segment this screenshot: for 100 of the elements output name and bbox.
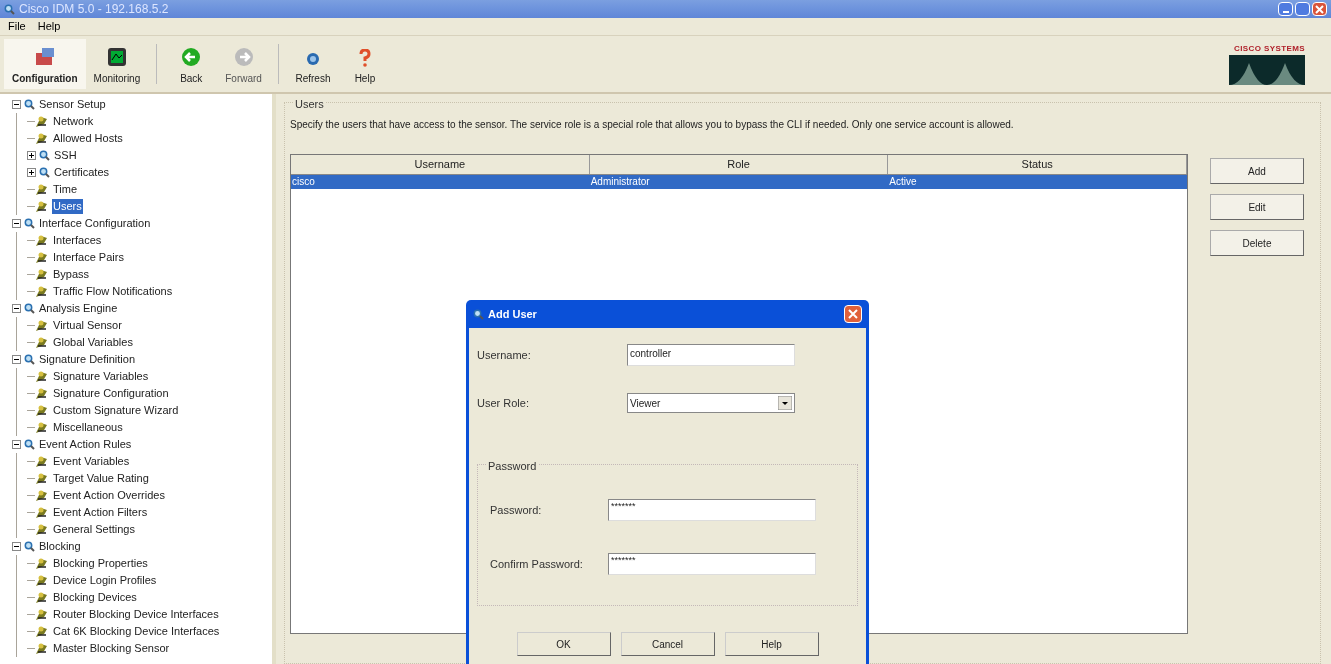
column-header[interactable]: Username: [291, 155, 590, 174]
expand-icon[interactable]: [27, 151, 36, 160]
key-icon: [35, 234, 49, 247]
key-icon: [35, 251, 49, 264]
field-label: Confirm Password:: [490, 556, 584, 572]
key-icon: [35, 319, 49, 332]
key-icon: [35, 421, 49, 434]
monitor-icon: [106, 47, 127, 67]
key-icon: [35, 404, 49, 417]
dialog-button[interactable]: Help: [724, 632, 819, 656]
tree-item[interactable]: Cat 6K Blocking Device Interfaces: [52, 624, 221, 639]
key-icon: [35, 557, 49, 570]
tree-item[interactable]: Signature Configuration: [52, 386, 170, 401]
key-icon: [35, 285, 49, 298]
tree-item[interactable]: Certificates: [53, 165, 111, 180]
magnifier-icon: [24, 354, 35, 365]
tree-item[interactable]: Blocking Properties: [52, 556, 149, 571]
close-icon: [848, 309, 858, 319]
toolbar-button[interactable]: Monitoring: [85, 39, 149, 89]
dialog-button[interactable]: Cancel: [620, 632, 715, 656]
table-cell-text: cisco: [291, 175, 316, 189]
tree-item[interactable]: Sensor Setup: [38, 97, 107, 112]
tree-item[interactable]: Blocking: [38, 539, 82, 554]
tree-item[interactable]: Global Variables: [52, 335, 134, 350]
maximize-button[interactable]: [1295, 2, 1310, 16]
tree-item[interactable]: Virtual Sensor: [52, 318, 123, 333]
tree-item[interactable]: Target Value Rating: [52, 471, 150, 486]
action-button[interactable]: Delete: [1210, 230, 1304, 256]
tree-item[interactable]: Master Blocking Sensor: [52, 641, 171, 656]
key-icon: [35, 370, 49, 383]
tree-item[interactable]: Event Action Filters: [52, 505, 149, 520]
tree-item[interactable]: Interface Configuration: [38, 216, 152, 231]
minimize-button[interactable]: [1278, 2, 1293, 16]
toolbar-button[interactable]: Back: [165, 39, 218, 89]
collapse-icon[interactable]: [12, 219, 21, 228]
key-icon: [35, 489, 49, 502]
close-button[interactable]: [844, 305, 862, 323]
tree-item[interactable]: SSH: [53, 148, 78, 163]
tree-item[interactable]: Miscellaneous: [52, 420, 124, 435]
column-header[interactable]: Status: [888, 155, 1187, 174]
table-cell-text: Active: [888, 175, 918, 189]
table-cell-text: Administrator: [589, 175, 651, 189]
dialog-button[interactable]: OK: [516, 632, 611, 656]
refresh-icon: [304, 51, 321, 67]
tree-item[interactable]: Device Login Profiles: [52, 573, 158, 588]
tree-item[interactable]: Signature Definition: [38, 352, 136, 367]
key-icon: [35, 115, 49, 128]
magnifier-icon: [39, 167, 50, 178]
menu-item[interactable]: File: [8, 18, 26, 35]
collapse-icon[interactable]: [12, 100, 21, 109]
close-button[interactable]: [1312, 2, 1327, 16]
collapse-icon[interactable]: [12, 440, 21, 449]
key-icon: [35, 625, 49, 638]
magnifier-icon: [39, 150, 50, 161]
tree-item[interactable]: Interface Pairs: [52, 250, 125, 265]
tree-item[interactable]: Time: [52, 182, 79, 197]
logo-bridge-icon: [1229, 55, 1305, 85]
expand-icon[interactable]: [27, 168, 36, 177]
key-icon: [35, 183, 49, 196]
collapse-icon[interactable]: [12, 355, 21, 364]
tree-item[interactable]: Event Variables: [52, 454, 131, 469]
magnifier-icon: [4, 3, 15, 15]
menu-item[interactable]: Help: [37, 18, 61, 35]
username-field[interactable]: controller: [627, 344, 795, 366]
tree-item[interactable]: Custom Signature Wizard: [52, 403, 180, 418]
toolbar-button[interactable]: Configuration: [4, 39, 86, 89]
toolbar-button[interactable]: Help: [338, 39, 391, 89]
tree-item[interactable]: Router Blocking Device Interfaces: [52, 607, 220, 622]
tree-item[interactable]: Users: [52, 199, 83, 214]
toolbar-button[interactable]: Refresh: [286, 39, 339, 89]
magnifier-icon: [24, 303, 35, 314]
collapse-icon[interactable]: [12, 304, 21, 313]
role-dropdown[interactable]: Viewer: [627, 393, 795, 413]
key-icon: [35, 506, 49, 519]
password-field[interactable]: *******: [608, 499, 816, 521]
collapse-icon[interactable]: [12, 542, 21, 551]
action-button[interactable]: Add: [1210, 158, 1304, 184]
tree-item[interactable]: Analysis Engine: [38, 301, 119, 316]
tree-item[interactable]: Allowed Hosts: [52, 131, 124, 146]
column-header[interactable]: Role: [589, 155, 889, 174]
tree-item[interactable]: Blocking Devices: [52, 590, 138, 605]
key-icon: [35, 523, 49, 536]
tree-item[interactable]: Traffic Flow Notifications: [52, 284, 174, 299]
tree-item[interactable]: Event Action Overrides: [52, 488, 166, 503]
table-row[interactable]: cisco Administrator Active: [291, 175, 1187, 189]
dialog-title: Add User: [488, 306, 537, 322]
action-button[interactable]: Edit: [1210, 194, 1304, 220]
tree-item[interactable]: Network: [52, 114, 95, 129]
logo-text: CISCO SYSTEMS: [1234, 43, 1305, 55]
tree-item[interactable]: Signature Variables: [52, 369, 150, 384]
tree-item[interactable]: Event Action Rules: [38, 437, 133, 452]
magnifier-icon: [24, 439, 35, 450]
tree-item[interactable]: Interfaces: [52, 233, 103, 248]
tree-item[interactable]: General Settings: [52, 522, 136, 537]
key-icon: [35, 132, 49, 145]
field-label: User Role:: [477, 395, 530, 411]
confirm-password-field[interactable]: *******: [608, 553, 816, 575]
tree-item[interactable]: Bypass: [52, 267, 91, 282]
question-mark-icon: [358, 49, 371, 67]
close-icon: [1315, 4, 1324, 14]
